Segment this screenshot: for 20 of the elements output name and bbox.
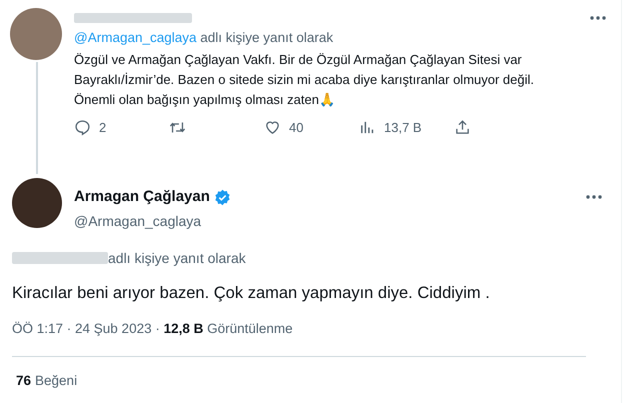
share-icon[interactable] (454, 119, 471, 136)
reply-context: @Armagan_caglaya adlı kişiye yanıt olarak (74, 29, 334, 47)
views-label: Görüntülenme (207, 320, 293, 338)
reply-count: 2 (99, 119, 106, 137)
more-options-icon[interactable] (589, 15, 607, 21)
views-count: 13,7 B (384, 119, 422, 137)
reply-icon[interactable] (74, 119, 91, 136)
more-options-icon[interactable] (585, 194, 603, 200)
heart-icon[interactable] (264, 119, 281, 136)
tweet-text: Özgül ve Armağan Çağlayan Vakfı. Bir de Özgül Armağan Çağlayan Sitesi var Bayraklı/İzmir’de. Bazen o sitede sizin mi acaba diye karıştıranlar olmuyor değil. Önemli olan bağışın yapılmış olması zaten🙏 (74, 51, 536, 109)
view-count: 12,8 B (164, 320, 204, 338)
like-count: 40 (289, 119, 304, 137)
timestamp[interactable]: ÖÖ 1:17 · 24 Şub 2023 · (12, 319, 164, 340)
display-name[interactable]: Armagan Çağlayan (74, 186, 210, 208)
user-handle[interactable]: @Armagan_caglaya (74, 210, 603, 232)
likes-label[interactable]: Beğeni (35, 370, 78, 391)
reply-context: adlı kişiye yanıt olarak (108, 248, 246, 268)
avatar-placeholder[interactable] (12, 178, 62, 228)
like-count[interactable]: 76 (16, 370, 32, 391)
tweet-text: Kiracılar beni arıyor bazen. Çok zaman yapmayın diye. Ciddiyim . (12, 282, 491, 304)
